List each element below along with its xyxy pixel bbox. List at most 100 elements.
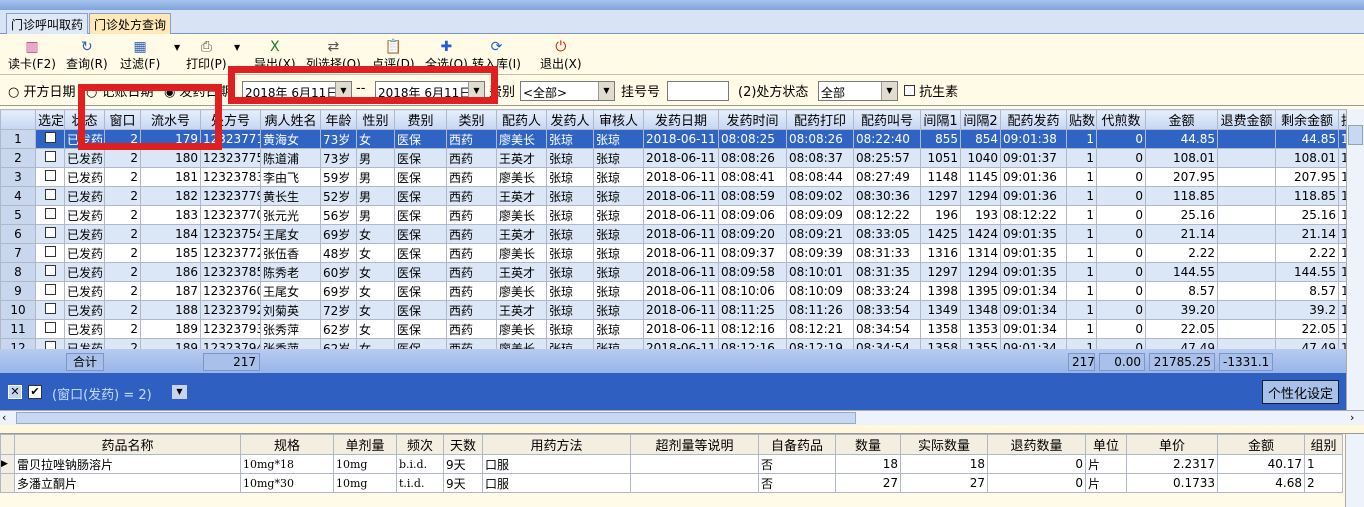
row-number[interactable]: 9: [0, 281, 36, 301]
toolbar-button-select-all[interactable]: ✚ 全选(Q): [425, 39, 468, 72]
checkbox-box[interactable]: [904, 85, 915, 96]
drug-row[interactable]: 多潘立酮片 10mg*30 10mg t.i.d. 9天 口服否 27 27 0 片 0.1733 4…: [0, 473, 1343, 493]
column-header[interactable]: 配药叫号: [853, 109, 921, 130]
checkbox-box[interactable]: [44, 170, 56, 181]
column-header[interactable]: 金额: [1217, 434, 1305, 455]
table-row[interactable]: 3 已发药 2 181 12323783 李由飞 59岁男医保 西药 廖美长 张琼 张琼 2018-0…: [0, 167, 1347, 187]
table-row[interactable]: 9 已发药 2 187 12323760 王尾女 69岁女医保 西药 廖美长 张琼 张琼 2018-0…: [0, 281, 1347, 301]
chevron-left-icon[interactable]: ‹: [2, 411, 6, 424]
checkbox-box[interactable]: [44, 284, 56, 295]
column-header[interactable]: 用药方法: [482, 434, 631, 455]
select-checkbox[interactable]: [35, 205, 65, 225]
select-checkbox[interactable]: [35, 319, 65, 339]
column-header[interactable]: 类别: [446, 109, 497, 130]
column-header[interactable]: 贴数: [1066, 109, 1097, 130]
filter-text[interactable]: (窗口(发药) = 2): [52, 384, 152, 403]
toolbar-button-query[interactable]: ↻ 查询(R): [66, 39, 108, 72]
column-header[interactable]: 组别: [1304, 434, 1343, 455]
checkbox-box[interactable]: [44, 208, 56, 219]
column-header[interactable]: 实际数量: [900, 434, 988, 455]
radio-prescribe-date[interactable]: ○ 开方日期: [8, 81, 76, 100]
select-checkbox[interactable]: [35, 129, 65, 149]
column-header[interactable]: 超剂量等说明: [630, 434, 759, 455]
toolbar-button-transfer[interactable]: ⟳ 转入库(I): [472, 39, 521, 72]
select-checkbox[interactable]: [35, 224, 65, 244]
detail-vertical-scrollbar[interactable]: [1345, 434, 1364, 507]
checkbox-box[interactable]: [44, 189, 56, 200]
table-row[interactable]: 1 已发药 2 179 12323771 黄海女 73岁女医保 西药 廖美长 张琼 张琼 2018-0…: [0, 129, 1347, 149]
select-checkbox[interactable]: [35, 300, 65, 320]
toolbar-button-filter[interactable]: ▦ 过滤(F): [120, 39, 160, 72]
dropdown-arrow-icon[interactable]: ▼: [234, 43, 240, 52]
tab-outpatient-call[interactable]: 门诊呼叫取药: [6, 13, 89, 34]
column-header[interactable]: 金额: [1145, 109, 1218, 130]
row-number[interactable]: 5: [0, 205, 36, 225]
column-header[interactable]: 单剂量: [333, 434, 397, 455]
vertical-scrollbar[interactable]: [1346, 109, 1364, 410]
row-number[interactable]: 8: [0, 262, 36, 282]
column-header[interactable]: [0, 434, 15, 455]
column-header[interactable]: 状态: [64, 109, 105, 130]
column-header[interactable]: 退费金额: [1217, 109, 1276, 130]
row-number[interactable]: 1: [0, 129, 36, 149]
row-number[interactable]: 2: [0, 148, 36, 168]
table-row[interactable]: 2 已发药 2 180 12323775 陈道浦 73岁男医保 西药 王英才 张琼 张琼 2018-0…: [0, 148, 1347, 168]
column-header[interactable]: 审核人: [593, 109, 644, 130]
tab-prescription-query[interactable]: 门诊处方查询: [89, 13, 172, 34]
chevron-right-icon[interactable]: ›: [1350, 411, 1354, 424]
antibiotic-checkbox[interactable]: 抗生素: [904, 81, 958, 100]
dropdown-arrow-icon[interactable]: ▼: [174, 43, 180, 52]
checkbox-box[interactable]: [44, 322, 56, 333]
table-row[interactable]: 5 已发药 2 183 12323770 张元光 56岁男医保 西药 廖美长 张琼 张琼 2018-0…: [0, 205, 1347, 225]
column-header[interactable]: 自备药品: [758, 434, 836, 455]
column-header[interactable]: 退药数量: [987, 434, 1086, 455]
table-row[interactable]: 7 已发药 2 185 12323772 张伍香 48岁女医保 西药 廖美长 张琼 张琼 2018-0…: [0, 243, 1347, 263]
select-checkbox[interactable]: [35, 167, 65, 187]
checkbox-box[interactable]: [44, 246, 56, 257]
table-row[interactable]: 8 已发药 2 186 12323785 陈秀老 60岁女医保 西药 王英才 张琼 张琼 2018-0…: [0, 262, 1347, 282]
column-header[interactable]: 费别: [394, 109, 447, 130]
toolbar-button-excel-export[interactable]: X 导出(X): [254, 39, 296, 72]
row-number[interactable]: 3: [0, 167, 36, 187]
column-header[interactable]: 单价: [1126, 434, 1218, 455]
filter-enable-checkbox[interactable]: ✔: [28, 385, 42, 399]
chevron-down-icon[interactable]: ▼: [598, 82, 614, 100]
customize-button[interactable]: 个性化设定: [1262, 380, 1340, 404]
column-header[interactable]: 代煎数: [1096, 109, 1146, 130]
select-checkbox[interactable]: [35, 186, 65, 206]
radio-billing-date[interactable]: ○ 记账日期: [86, 81, 154, 100]
column-header[interactable]: [0, 109, 36, 130]
toolbar-button-review[interactable]: 📋 点评(D): [372, 39, 415, 72]
column-header[interactable]: 间隔2: [960, 109, 1001, 130]
column-header[interactable]: 天数: [443, 434, 483, 455]
checkbox-box[interactable]: [44, 265, 56, 276]
chevron-down-icon[interactable]: ▼: [468, 82, 484, 100]
column-header[interactable]: 性别: [356, 109, 395, 130]
column-header[interactable]: 频次: [396, 434, 444, 455]
scroll-thumb[interactable]: [16, 412, 856, 424]
toolbar-button-printer[interactable]: ⎙ 打印(P): [186, 39, 227, 72]
radio-dispense-date[interactable]: ◉ 发药日期: [164, 81, 232, 100]
toolbar-button-card-reader[interactable]: ▥ 读卡(F2): [8, 39, 56, 72]
column-header[interactable]: 规格: [240, 434, 334, 455]
row-number[interactable]: 11: [0, 319, 36, 339]
row-number[interactable]: 6: [0, 224, 36, 244]
column-header[interactable]: 病人姓名: [260, 109, 321, 130]
table-row[interactable]: 11 已发药 2 189 12323793 张秀萍 62岁女医保 西药 廖美长 张琼 张琼 2018-…: [0, 319, 1347, 339]
row-number[interactable]: 10: [0, 300, 36, 320]
row-number[interactable]: 4: [0, 186, 36, 206]
horizontal-scrollbar[interactable]: ‹ ›: [0, 410, 1364, 425]
column-header[interactable]: 窗口: [104, 109, 141, 130]
chevron-down-icon[interactable]: ▼: [335, 82, 351, 100]
checkbox-box[interactable]: [44, 303, 56, 314]
clear-filter-icon[interactable]: ✕: [8, 385, 22, 399]
select-checkbox[interactable]: [35, 262, 65, 282]
column-header[interactable]: 处方号: [200, 109, 261, 130]
scroll-thumb[interactable]: [1348, 125, 1363, 145]
table-row[interactable]: 4 已发药 2 182 12323779 黄长生 52岁男医保 西药 王英才 张琼 张琼 2018-0…: [0, 186, 1347, 206]
status-select[interactable]: 全部 ▼: [818, 81, 898, 101]
column-header[interactable]: 发药日期: [643, 109, 719, 130]
toolbar-button-exit[interactable]: ⏻ 退出(X): [540, 39, 582, 72]
table-row[interactable]: 6 已发药 2 184 12323754 王尾女 69岁女医保 西药 王英才 张琼 张琼 2018-0…: [0, 224, 1347, 244]
column-header[interactable]: 配药发药: [1000, 109, 1067, 130]
